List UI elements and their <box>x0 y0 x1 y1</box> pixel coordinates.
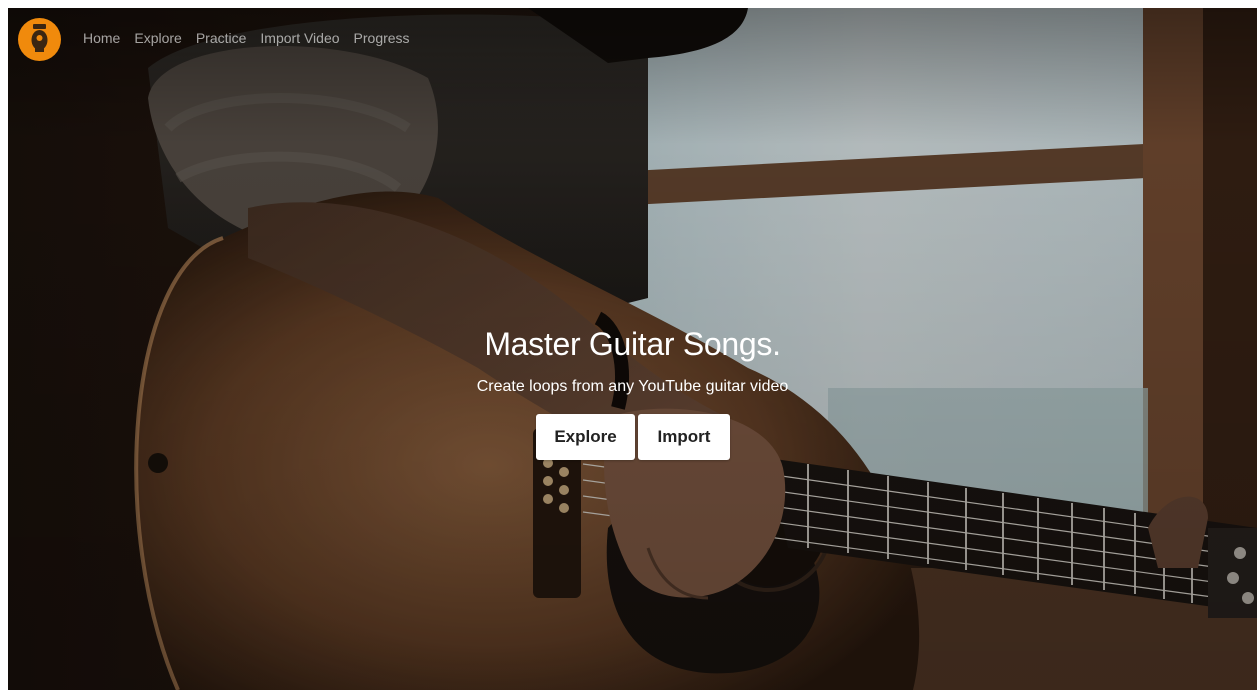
nav-link-home[interactable]: Home <box>83 30 120 46</box>
navbar: Home Explore Practice Import Video Progr… <box>8 8 1257 70</box>
nav-links: Home Explore Practice Import Video Progr… <box>83 30 424 46</box>
hero-title: Master Guitar Songs. <box>484 326 781 362</box>
explore-button[interactable]: Explore <box>536 414 635 460</box>
import-button[interactable]: Import <box>638 414 730 460</box>
nav-link-explore[interactable]: Explore <box>134 30 181 46</box>
nav-link-import-video[interactable]: Import Video <box>260 30 339 46</box>
hero-subtitle: Create loops from any YouTube guitar vid… <box>476 378 789 395</box>
hero-section: Home Explore Practice Import Video Progr… <box>8 8 1257 690</box>
nav-link-progress[interactable]: Progress <box>354 30 410 46</box>
hero-actions: Explore Import <box>536 414 730 460</box>
nav-link-practice[interactable]: Practice <box>196 30 247 46</box>
guitar-logo-icon[interactable] <box>18 18 61 61</box>
